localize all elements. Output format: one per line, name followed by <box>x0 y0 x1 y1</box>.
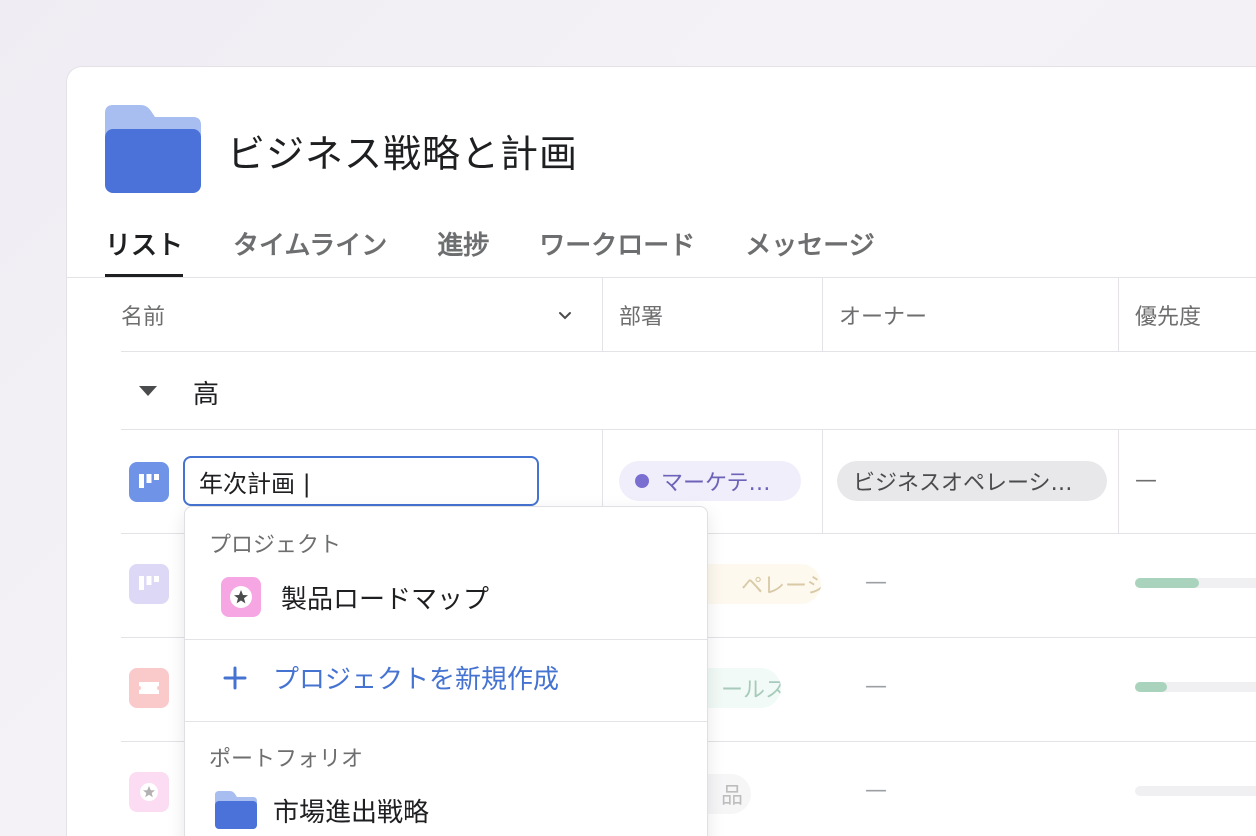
chevron-down-icon[interactable] <box>557 308 573 324</box>
tab-list[interactable]: リスト <box>105 225 184 277</box>
tab-bar: リスト タイムライン 進捗 ワークロード メッセージ <box>105 225 925 277</box>
column-header-name[interactable]: 名前 <box>121 278 165 352</box>
column-divider <box>1118 278 1119 352</box>
star-icon <box>221 577 261 617</box>
owner-value: — <box>865 778 887 803</box>
tab-workload[interactable]: ワークロード <box>539 225 695 277</box>
department-tag-label: 品 <box>721 784 744 809</box>
column-divider <box>602 278 603 352</box>
column-divider <box>1118 430 1119 534</box>
create-project-button[interactable]: プロジェクトを新規作成 <box>221 659 559 696</box>
column-divider <box>822 278 823 352</box>
star-icon <box>129 772 169 812</box>
caret-down-icon[interactable] <box>139 386 157 396</box>
tab-progress[interactable]: 進捗 <box>437 225 489 277</box>
group-label: 高 <box>193 380 220 410</box>
ticket-icon <box>129 668 169 708</box>
projects-section-header: プロジェクト <box>209 533 342 558</box>
folder-icon <box>215 791 257 829</box>
column-header-priority[interactable]: 優先度 <box>1135 278 1201 352</box>
progress-bar <box>1135 786 1256 796</box>
group-row-high[interactable]: 高 <box>121 352 1256 430</box>
board-icon <box>129 564 169 604</box>
column-divider <box>822 430 823 534</box>
column-header-department[interactable]: 部署 <box>619 278 663 352</box>
project-picker-dropdown: プロジェクト 製品ロードマップ プロジェクトを新規作成 ポートフォリオ 市場進出… <box>184 506 708 836</box>
progress-bar <box>1135 578 1256 588</box>
tab-timeline[interactable]: タイムライン <box>233 225 387 277</box>
board-icon <box>129 462 169 502</box>
owner-value: — <box>865 570 887 595</box>
priority-value: — <box>1135 468 1157 493</box>
folder-icon <box>105 105 201 193</box>
tab-messages[interactable]: メッセージ <box>745 225 874 277</box>
plus-icon <box>223 666 247 689</box>
department-tag-label: ールス <box>721 678 781 703</box>
portfolio-section-header: ポートフォリオ <box>209 747 364 772</box>
portfolio-option-label: 市場進出戦略 <box>273 797 430 828</box>
page-title: ビジネス戦略と計画 <box>227 132 579 176</box>
department-tag-label: マーケテ… <box>661 471 771 496</box>
owner-value: — <box>865 674 887 699</box>
table-header: 名前 部署 オーナー 優先度 <box>121 278 1256 352</box>
owner-tag[interactable]: ビジネスオペレーシ… <box>837 461 1107 501</box>
project-option[interactable]: 製品ロードマップ <box>221 577 489 617</box>
status-dot <box>635 474 649 488</box>
dropdown-divider <box>185 639 707 640</box>
project-option-label: 製品ロードマップ <box>281 584 490 615</box>
department-tag-label: ペレーシ… <box>741 574 821 599</box>
department-tag[interactable]: マーケテ… <box>619 461 801 501</box>
progress-bar <box>1135 682 1256 692</box>
progress-fill <box>1135 578 1200 588</box>
task-name-input[interactable]: 年次計画 | <box>183 456 539 506</box>
progress-fill <box>1135 682 1168 692</box>
create-project-label: プロジェクトを新規作成 <box>273 665 560 695</box>
dropdown-divider <box>185 721 707 722</box>
column-header-owner[interactable]: オーナー <box>839 278 927 352</box>
owner-tag-label: ビジネスオペレーシ… <box>853 471 1073 496</box>
portfolio-option[interactable]: 市場進出戦略 <box>215 791 429 829</box>
